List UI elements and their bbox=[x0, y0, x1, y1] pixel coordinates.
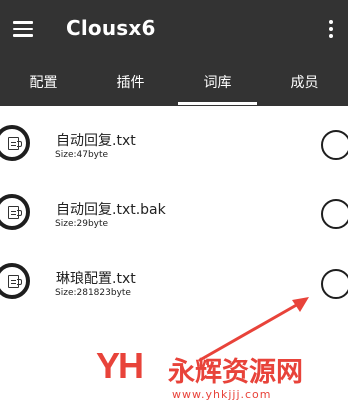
radio-button[interactable] bbox=[321, 269, 348, 299]
radio-button[interactable] bbox=[321, 130, 348, 160]
file-name: 自动回复.txt.bak bbox=[56, 202, 166, 218]
tab-members[interactable]: 成员 bbox=[261, 58, 348, 106]
watermark-text: 永辉资源网 bbox=[168, 357, 303, 388]
app-title: Clousx6 bbox=[66, 16, 156, 40]
radio-button[interactable] bbox=[321, 199, 348, 229]
file-size: Size:281823byte bbox=[55, 288, 131, 298]
list-item[interactable]: 自动回复.txt Size:47byte bbox=[0, 106, 348, 176]
file-name: 自动回复.txt bbox=[56, 133, 136, 149]
more-vert-icon[interactable] bbox=[328, 20, 334, 38]
watermark-logo: YH bbox=[96, 345, 144, 386]
file-icon bbox=[0, 263, 30, 299]
file-name: 琳琅配置.txt bbox=[56, 271, 136, 287]
file-icon bbox=[0, 194, 30, 230]
list-item[interactable]: 自动回复.txt.bak Size:29byte bbox=[0, 176, 348, 246]
file-size: Size:29byte bbox=[55, 219, 109, 229]
hamburger-menu-icon[interactable] bbox=[13, 21, 33, 37]
tab-lexicon[interactable]: 词库 bbox=[174, 58, 261, 106]
file-size: Size:47byte bbox=[55, 150, 109, 160]
watermark-url: www.yhkjjj.com bbox=[172, 388, 272, 401]
app-bar: Clousx6 bbox=[0, 0, 348, 58]
tab-plugins[interactable]: 插件 bbox=[87, 58, 174, 106]
file-icon bbox=[0, 125, 30, 161]
tab-config[interactable]: 配置 bbox=[0, 58, 87, 106]
list-item[interactable]: 琳琅配置.txt Size:281823byte bbox=[0, 246, 348, 316]
tab-bar: 配置 插件 词库 成员 bbox=[0, 58, 348, 106]
